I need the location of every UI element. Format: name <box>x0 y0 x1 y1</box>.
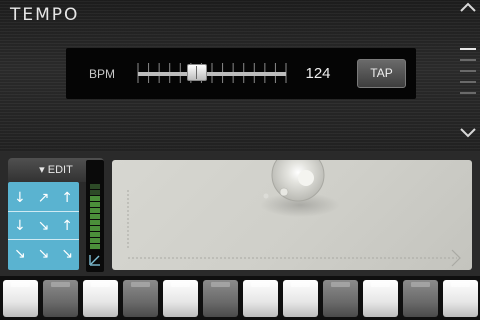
meter-segment <box>90 244 100 249</box>
chevron-down-icon[interactable] <box>458 126 478 140</box>
pad-button[interactable] <box>123 280 158 317</box>
meter-bar <box>90 184 100 250</box>
pad-button[interactable] <box>403 280 438 317</box>
meter-segment <box>90 220 100 225</box>
bpm-slider[interactable] <box>138 72 286 76</box>
pad-button[interactable] <box>243 280 278 317</box>
pad-button[interactable] <box>83 280 118 317</box>
arrow-down-right-icon[interactable]: ↘ <box>33 246 53 262</box>
page-dot <box>460 59 476 61</box>
bpm-value: 124 <box>305 65 331 82</box>
chevron-up-icon[interactable] <box>458 0 478 14</box>
page-title: TEMPO <box>10 5 80 25</box>
arrow-grid: ↓ ↗ ↑ ↓ ↘ ↑ ↘ ↘ ↘ <box>8 182 79 270</box>
arrow-row: ↓ ↘ ↑ <box>8 212 79 240</box>
bpm-slider-thumb[interactable] <box>187 64 208 81</box>
meter-segment <box>90 238 100 243</box>
page-dot <box>460 48 476 50</box>
arrow-down-right-icon[interactable]: ↘ <box>33 218 53 234</box>
page-indicator <box>460 48 476 106</box>
pad-button[interactable] <box>43 280 78 317</box>
meter-segment <box>90 214 100 219</box>
pad-button[interactable] <box>283 280 318 317</box>
pad-button[interactable] <box>163 280 198 317</box>
arrow-up-icon[interactable]: ↑ <box>57 190 77 206</box>
meter-segment <box>90 202 100 207</box>
page-dot <box>460 92 476 94</box>
pad-button[interactable] <box>323 280 358 317</box>
level-meter <box>86 160 104 272</box>
meter-segment <box>90 226 100 231</box>
meter-segment <box>90 208 100 213</box>
level-meter-icon[interactable] <box>89 254 101 266</box>
meter-segment <box>90 190 100 195</box>
arrow-up-right-icon[interactable]: ↗ <box>33 190 53 206</box>
arrow-down-right-icon[interactable]: ↘ <box>57 246 77 262</box>
pad-button[interactable] <box>203 280 238 317</box>
tempo-control: BPM 124 TAP <box>66 48 416 99</box>
pad-button[interactable] <box>363 280 398 317</box>
page-dot <box>460 81 476 83</box>
arrow-down-right-icon[interactable]: ↘ <box>10 246 30 262</box>
arrow-down-icon[interactable]: ↓ <box>10 190 30 206</box>
arrow-down-icon[interactable]: ↓ <box>10 218 30 234</box>
tap-button[interactable]: TAP <box>357 59 406 88</box>
pad-button[interactable] <box>3 280 38 317</box>
meter-segment <box>90 196 100 201</box>
arrow-row: ↓ ↗ ↑ <box>8 184 79 212</box>
arrow-up-icon[interactable]: ↑ <box>57 218 77 234</box>
pad-bar <box>0 276 480 320</box>
meter-segment <box>90 184 100 189</box>
xy-pad[interactable] <box>112 160 472 270</box>
pad-button[interactable] <box>443 280 478 317</box>
page-dot <box>460 70 476 72</box>
arrow-row: ↘ ↘ ↘ <box>8 240 79 268</box>
xy-pad-graphic <box>127 160 461 267</box>
meter-segment <box>90 232 100 237</box>
